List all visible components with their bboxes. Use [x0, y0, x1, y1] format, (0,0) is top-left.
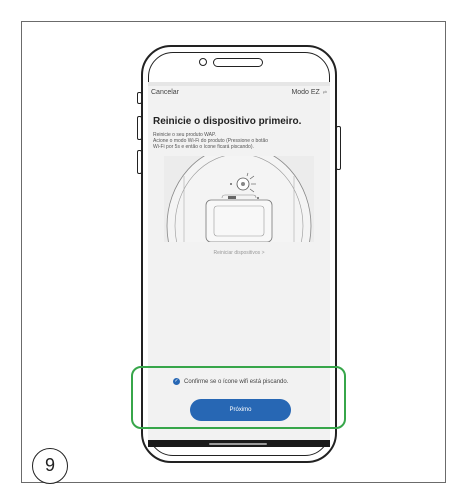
phone-side-button — [137, 150, 142, 174]
robot-illustration — [164, 156, 314, 242]
instructions: Reinicie o seu produto WAP. Acione o mod… — [153, 132, 323, 150]
phone-power-button — [336, 126, 341, 170]
status-bar — [148, 82, 330, 86]
highlight-box — [131, 366, 346, 429]
phone-camera — [199, 58, 207, 66]
mode-ez-label: Modo EZ — [291, 89, 320, 96]
mode-ez-button[interactable]: Modo EZ ⇄ — [291, 89, 327, 96]
reset-devices-link[interactable]: Reiniciar dispositivos > — [148, 250, 330, 256]
instruction-line: Wi-Fi por 5s e então o ícone ficará pisc… — [153, 144, 254, 150]
phone-side-button — [137, 92, 142, 104]
phone-speaker — [213, 58, 263, 67]
page-title: Reinicie o dispositivo primeiro. — [153, 116, 302, 127]
swap-icon: ⇄ — [322, 90, 327, 96]
robot-vacuum-image — [164, 156, 314, 242]
home-indicator[interactable] — [209, 443, 267, 445]
cancel-button[interactable]: Cancelar — [151, 89, 179, 96]
step-number: 9 — [32, 448, 68, 484]
phone-side-button — [137, 116, 142, 140]
